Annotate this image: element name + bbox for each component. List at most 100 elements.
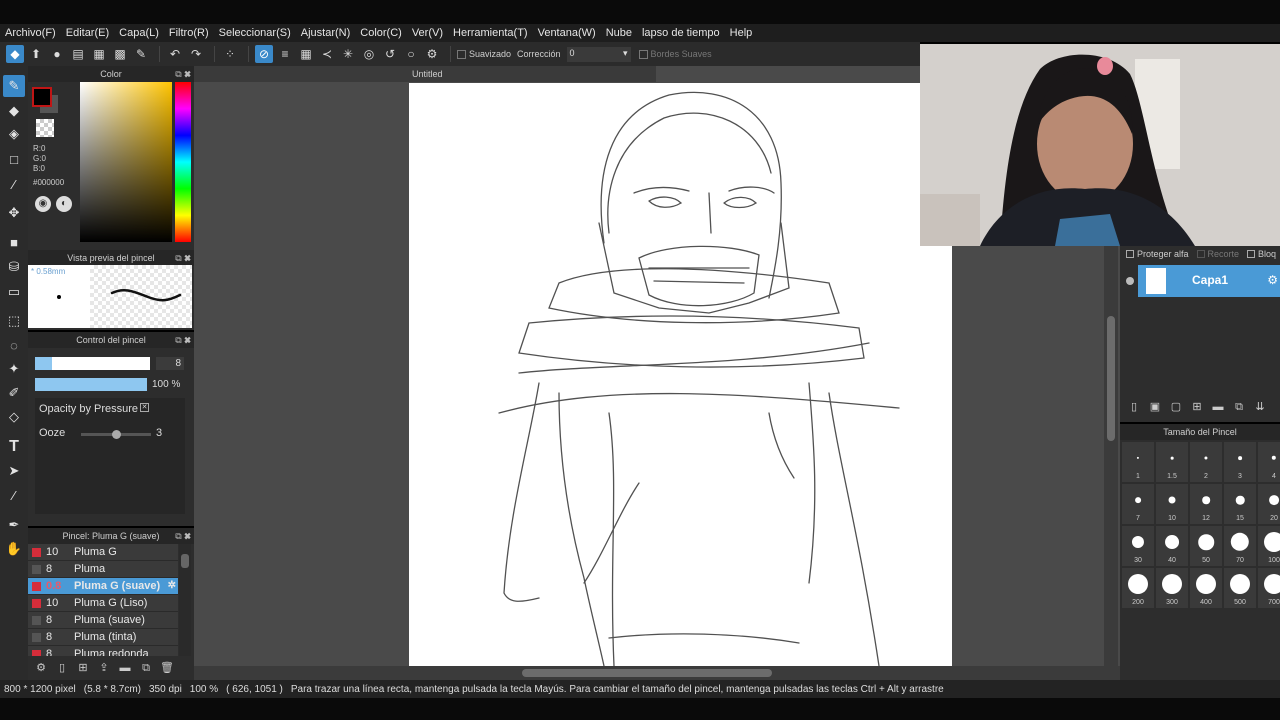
brush-size-option[interactable]: 12 (1190, 484, 1222, 524)
canvas-horizontal-scrollbar[interactable] (194, 666, 1120, 680)
brush-list-item[interactable]: 8 Pluma (28, 561, 178, 578)
brush-size-option[interactable]: 700 (1258, 568, 1280, 608)
brush-opacity-slider[interactable] (35, 378, 147, 391)
divide-tool-icon[interactable]: ⁄ (3, 484, 25, 506)
scrollbar-thumb[interactable] (522, 669, 772, 677)
snap-concentric-icon[interactable]: ◎ (360, 45, 378, 63)
lock-option[interactable]: Bloq (1247, 249, 1276, 259)
chat-icon[interactable]: ● (48, 45, 66, 63)
brush-list-item[interactable]: 8 Pluma redonda (28, 646, 178, 656)
move-tool-icon[interactable]: ✥ (3, 202, 25, 224)
brush-size-option[interactable]: 7 (1122, 484, 1154, 524)
brush-list-item[interactable]: 10 Pluma G (28, 544, 178, 561)
menu-ver[interactable]: Ver(V) (407, 27, 448, 39)
brush-size-option[interactable]: 400 (1190, 568, 1222, 608)
gradient-tool-icon[interactable]: ▭ (3, 281, 25, 303)
brush-list-item[interactable]: 8 Pluma (suave) (28, 612, 178, 629)
bordes-suaves-checkbox[interactable] (638, 49, 648, 59)
snap-curve-icon[interactable]: ↺ (381, 45, 399, 63)
snap-off-icon[interactable]: ⊘ (255, 45, 273, 63)
eraser-mode-icon[interactable]: ◆ (6, 45, 24, 63)
rectangle-tool-icon[interactable]: ■ (3, 231, 25, 253)
protect-alpha-checkbox[interactable] (1126, 250, 1134, 258)
brush-list-scrollbar[interactable] (179, 544, 191, 656)
hand-tool-icon[interactable]: ✋ (3, 538, 25, 560)
pen-tool-icon[interactable]: ✎ (3, 75, 25, 97)
eraser-tool-icon[interactable]: ◆ (3, 100, 25, 122)
new-brush-icon[interactable]: ▯ (54, 660, 70, 676)
palette-icon[interactable]: ◉ (35, 196, 51, 212)
brush-size-option[interactable]: 4 (1258, 442, 1280, 482)
operation-tool-icon[interactable]: ➤ (3, 460, 25, 482)
menu-seleccionar[interactable]: Seleccionar(S) (214, 27, 296, 39)
menu-nube[interactable]: Nube (601, 27, 637, 39)
snap-circle-icon[interactable]: ○ (402, 45, 420, 63)
deselect-icon[interactable]: ⁘ (221, 45, 239, 63)
transparent-color-swatch[interactable] (36, 119, 54, 137)
menu-herramienta[interactable]: Herramienta(T) (448, 27, 533, 39)
drawing-canvas[interactable] (409, 83, 952, 666)
menu-ventana[interactable]: Ventana(W) (533, 27, 601, 39)
grid-icon[interactable]: ▩ (111, 45, 129, 63)
menu-filtro[interactable]: Filtro(R) (164, 27, 214, 39)
saturation-value-picker[interactable] (80, 82, 172, 242)
lock-checkbox[interactable] (1247, 250, 1256, 258)
brush-size-option[interactable]: 1.5 (1156, 442, 1188, 482)
brush-size-slider[interactable] (35, 357, 150, 370)
folder-icon[interactable]: ▬ (117, 660, 133, 676)
text-tool-icon[interactable]: T (3, 436, 25, 458)
lasso-tool-icon[interactable]: ◌ (3, 334, 25, 356)
snap-settings-icon[interactable]: ⚙ (423, 45, 441, 63)
bucket-tool-icon[interactable]: ⛁ (3, 256, 25, 278)
brush-size-option[interactable]: 30 (1122, 526, 1154, 566)
duplicate-layer-icon[interactable]: ⧉ (1231, 399, 1247, 415)
brush-size-option[interactable]: 3 (1224, 442, 1256, 482)
document-tab[interactable]: Untitled (194, 66, 656, 82)
color-set-icon[interactable]: ◐ (56, 196, 72, 212)
brush-size-value[interactable]: 8 (156, 357, 184, 370)
menu-capa[interactable]: Capa(L) (114, 27, 164, 39)
doc-icon[interactable]: ▦ (90, 45, 108, 63)
brush-size-option[interactable]: 200 (1122, 568, 1154, 608)
layer-row[interactable]: Capa1 ⚙ (1138, 265, 1280, 297)
clipping-option[interactable]: Recorte (1196, 249, 1239, 259)
menu-help[interactable]: Help (725, 27, 758, 39)
clipping-checkbox[interactable] (1196, 250, 1205, 258)
undo-icon[interactable]: ↶ (166, 45, 184, 63)
add-brush-icon[interactable]: ⊞ (75, 660, 91, 676)
protect-alpha-option[interactable]: Proteger alfa (1126, 249, 1189, 259)
hue-slider[interactable] (175, 82, 191, 242)
panel-controls-icon[interactable]: ⧉ ✖ (175, 528, 191, 544)
snap-grid-icon[interactable]: ▦ (297, 45, 315, 63)
brush-list-item[interactable]: 8 Pluma (tinta) (28, 629, 178, 646)
duplicate-icon[interactable]: ⧉ (138, 660, 154, 676)
new-8bit-layer-icon[interactable]: ▣ (1147, 399, 1163, 415)
merge-down-icon[interactable]: ⇊ (1252, 399, 1268, 415)
brush-list-item[interactable]: 0.8 Pluma G (suave) ✲ (28, 578, 178, 595)
layer-visibility-icon[interactable] (1126, 277, 1134, 285)
edit-icon[interactable]: ✎ (132, 45, 150, 63)
panel-controls-icon[interactable]: ⧉ ✖ (175, 332, 191, 348)
brush-size-option[interactable]: 300 (1156, 568, 1188, 608)
layout-icon[interactable]: ▤ (69, 45, 87, 63)
brush-size-option[interactable]: 10 (1156, 484, 1188, 524)
shape-tool-icon[interactable]: □ (3, 148, 25, 170)
folder-icon[interactable]: ▬ (1210, 399, 1226, 415)
trash-icon[interactable]: 🗑 (159, 660, 175, 676)
brush-size-option[interactable]: 40 (1156, 526, 1188, 566)
snap-cross-icon[interactable]: ✳ (339, 45, 357, 63)
brush-settings-icon[interactable]: ⚙ (33, 660, 49, 676)
eyedropper-tool-icon[interactable]: ✒ (3, 514, 25, 536)
menu-lapso-de-tiempo[interactable]: lapso de tiempo (637, 27, 725, 39)
opacity-by-pressure-checkbox[interactable]: ✕ (140, 403, 149, 412)
menu-ajustar[interactable]: Ajustar(N) (296, 27, 356, 39)
new-1bit-layer-icon[interactable]: ▢ (1168, 399, 1184, 415)
brush-size-option[interactable]: 20 (1258, 484, 1280, 524)
layer-settings-icon[interactable]: ⚙ (1267, 273, 1278, 287)
menu-archivo[interactable]: Archivo(F) (0, 27, 61, 39)
snap-radial-icon[interactable]: ≺ (318, 45, 336, 63)
menu-editar[interactable]: Editar(E) (61, 27, 114, 39)
suavizado-checkbox[interactable] (457, 49, 466, 59)
panel-controls-icon[interactable]: ⧉ ✖ (175, 66, 191, 82)
brush-list-item[interactable]: 10 Pluma G (Liso) (28, 595, 178, 612)
